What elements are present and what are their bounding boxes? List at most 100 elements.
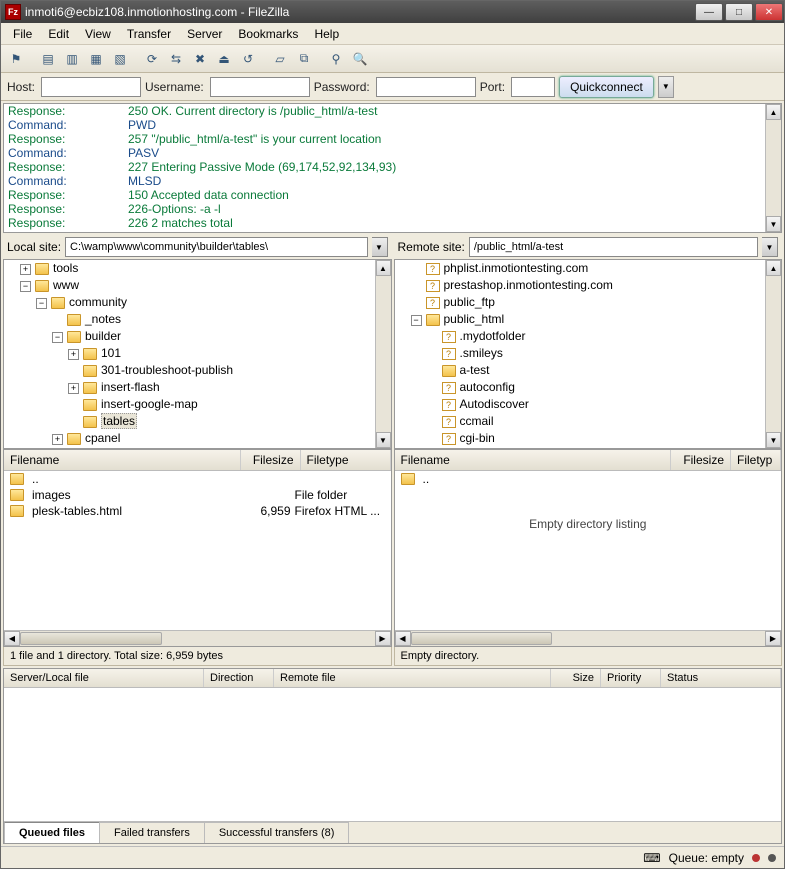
col-filesize[interactable]: Filesize	[671, 450, 731, 470]
tab-queued[interactable]: Queued files	[4, 822, 100, 843]
tree-item[interactable]: cpanel	[85, 431, 120, 445]
tree-item[interactable]: tools	[53, 261, 78, 275]
collapse-icon[interactable]: −	[20, 281, 31, 292]
process-queue-icon[interactable]: ⇆	[165, 48, 187, 70]
local-tree-scrollbar[interactable]: ▲▼	[375, 260, 391, 448]
expand-icon[interactable]: +	[68, 349, 79, 360]
local-file-list[interactable]: Filename Filesize Filetype ..imagesFile …	[3, 449, 392, 647]
menu-server[interactable]: Server	[179, 25, 230, 43]
col-filesize[interactable]: Filesize	[241, 450, 301, 470]
message-log[interactable]: Response:250 OK. Current directory is /p…	[3, 103, 782, 233]
expand-icon[interactable]: +	[52, 434, 63, 445]
collapse-icon[interactable]: −	[411, 315, 422, 326]
tree-item[interactable]: 101	[101, 346, 121, 360]
col-filename[interactable]: Filename	[395, 450, 672, 470]
filter-icon[interactable]: ▱	[269, 48, 291, 70]
scroll-up-icon[interactable]: ▲	[766, 104, 781, 120]
toggle-log-icon[interactable]: ▤	[37, 48, 59, 70]
tree-item[interactable]: public_ftp	[444, 295, 495, 309]
list-item[interactable]: imagesFile folder	[4, 487, 391, 503]
remote-tree[interactable]: ?phplist.inmotiontesting.com ?prestashop…	[394, 259, 783, 449]
compare-icon[interactable]: ⧉	[293, 48, 315, 70]
remote-path-input[interactable]	[469, 237, 758, 257]
search-icon[interactable]: 🔍	[349, 48, 371, 70]
remote-tree-scrollbar[interactable]: ▲▼	[765, 260, 781, 448]
tree-item-selected[interactable]: tables	[101, 413, 137, 429]
remote-path-dropdown[interactable]: ▼	[762, 237, 778, 257]
remote-list-hscroll[interactable]: ◀▶	[395, 630, 782, 646]
list-item[interactable]: ..	[395, 471, 782, 487]
tree-item[interactable]: phplist.inmotiontesting.com	[444, 261, 589, 275]
collapse-icon[interactable]: −	[36, 298, 47, 309]
remote-file-list[interactable]: Filename Filesize Filetyp .. Empty direc…	[394, 449, 783, 647]
col-remote[interactable]: Remote file	[274, 669, 551, 687]
reconnect-icon[interactable]: ↺	[237, 48, 259, 70]
local-status: 1 file and 1 directory. Total size: 6,95…	[3, 647, 392, 666]
tree-item[interactable]: insert-google-map	[101, 397, 198, 411]
tree-item[interactable]: builder	[85, 329, 121, 343]
tree-item[interactable]: .smileys	[460, 346, 503, 360]
tree-item[interactable]: insert-flash	[101, 380, 160, 394]
host-input[interactable]	[41, 77, 141, 97]
list-item[interactable]: plesk-tables.html6,959Firefox HTML ...	[4, 503, 391, 519]
menu-transfer[interactable]: Transfer	[119, 25, 179, 43]
quickconnect-button[interactable]: Quickconnect	[559, 76, 654, 98]
menu-edit[interactable]: Edit	[40, 25, 77, 43]
maximize-button[interactable]: □	[725, 3, 753, 21]
close-button[interactable]: ✕	[755, 3, 783, 21]
local-path-dropdown[interactable]: ▼	[372, 237, 388, 257]
tab-successful[interactable]: Successful transfers (8)	[204, 822, 350, 843]
collapse-icon[interactable]: −	[52, 332, 63, 343]
local-path-input[interactable]	[65, 237, 367, 257]
expand-icon[interactable]: +	[20, 264, 31, 275]
col-status[interactable]: Status	[661, 669, 781, 687]
username-input[interactable]	[210, 77, 310, 97]
site-manager-icon[interactable]: ⚑	[5, 48, 27, 70]
tree-item[interactable]: _notes	[85, 312, 121, 326]
list-item[interactable]: ..	[4, 471, 391, 487]
scroll-down-icon[interactable]: ▼	[766, 216, 781, 232]
col-priority[interactable]: Priority	[601, 669, 661, 687]
col-filetype[interactable]: Filetype	[301, 450, 391, 470]
local-list-hscroll[interactable]: ◀▶	[4, 630, 391, 646]
expand-icon[interactable]: +	[68, 383, 79, 394]
local-tree[interactable]: +tools −www −community _notes −builder +…	[3, 259, 392, 449]
col-filename[interactable]: Filename	[4, 450, 241, 470]
tree-item[interactable]: www	[53, 278, 79, 292]
disconnect-icon[interactable]: ⏏	[213, 48, 235, 70]
tree-item[interactable]: autoconfig	[460, 380, 515, 394]
toggle-remote-icon[interactable]: ▧	[109, 48, 131, 70]
log-scrollbar[interactable]: ▲ ▼	[765, 104, 781, 232]
refresh-icon[interactable]: ⟳	[141, 48, 163, 70]
tree-item[interactable]: 301-troubleshoot-publish	[101, 363, 233, 377]
tab-failed[interactable]: Failed transfers	[99, 822, 205, 843]
col-direction[interactable]: Direction	[204, 669, 274, 687]
tree-item[interactable]: .mydotfolder	[460, 329, 526, 343]
menu-view[interactable]: View	[77, 25, 119, 43]
port-input[interactable]	[511, 77, 555, 97]
tree-item[interactable]: public_html	[444, 312, 505, 326]
menu-help[interactable]: Help	[306, 25, 347, 43]
tree-item[interactable]: prestashop.inmotiontesting.com	[444, 278, 613, 292]
toggle-queue-icon[interactable]: ▦	[85, 48, 107, 70]
toggle-tree-icon[interactable]: ▥	[61, 48, 83, 70]
menu-bookmarks[interactable]: Bookmarks	[230, 25, 306, 43]
col-filetype[interactable]: Filetyp	[731, 450, 781, 470]
sync-browse-icon[interactable]: ⚲	[325, 48, 347, 70]
minimize-button[interactable]: —	[695, 3, 723, 21]
unknown-folder-icon: ?	[442, 433, 456, 445]
col-server[interactable]: Server/Local file	[4, 669, 204, 687]
tree-item[interactable]: ccmail	[460, 414, 494, 428]
tree-item[interactable]: Autodiscover	[460, 397, 529, 411]
menu-file[interactable]: File	[5, 25, 40, 43]
menu-bar: File Edit View Transfer Server Bookmarks…	[1, 23, 784, 45]
password-input[interactable]	[376, 77, 476, 97]
cancel-icon[interactable]: ✖	[189, 48, 211, 70]
tree-item[interactable]: cgi-bin	[460, 431, 495, 445]
tree-item[interactable]: community	[69, 295, 127, 309]
log-line: Command:PWD	[4, 118, 781, 132]
quickconnect-dropdown[interactable]: ▼	[658, 76, 674, 98]
transfer-queue[interactable]: Server/Local file Direction Remote file …	[3, 668, 782, 844]
tree-item[interactable]: a-test	[460, 363, 490, 377]
col-size[interactable]: Size	[551, 669, 601, 687]
